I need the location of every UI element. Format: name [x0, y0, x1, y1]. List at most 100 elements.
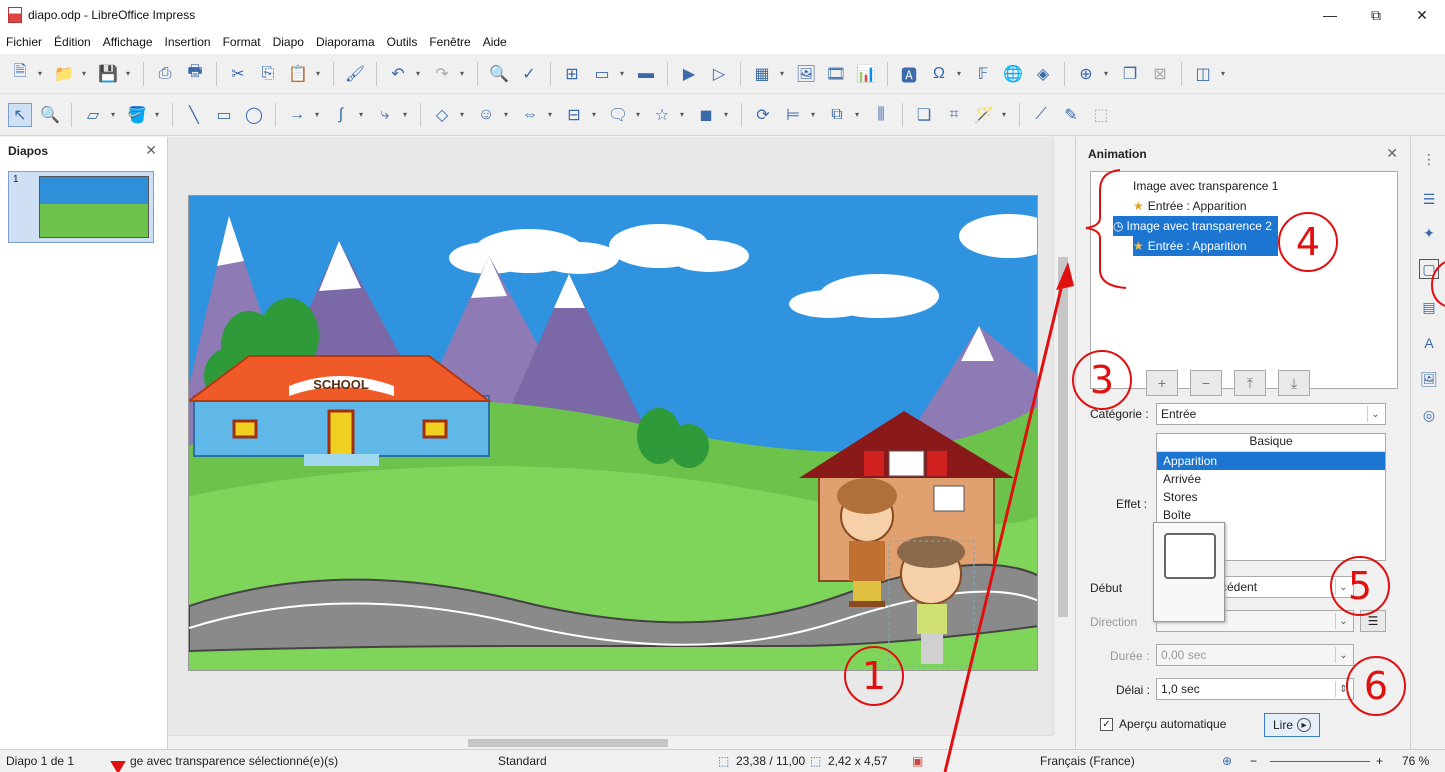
line-icon[interactable]: ╲	[182, 103, 206, 127]
zoom-level[interactable]: 76 %	[1402, 754, 1429, 768]
animation-object-1[interactable]: Image avec transparence 1	[1133, 176, 1278, 196]
effect-item-apparition[interactable]: Apparition	[1157, 452, 1385, 470]
zoom-pan-icon[interactable]: 🔍	[38, 103, 62, 127]
flowchart-icon[interactable]: ⊟	[562, 103, 586, 127]
select-arrow-icon[interactable]: ↖	[8, 102, 32, 127]
paste-icon[interactable]: 📋	[286, 62, 310, 86]
zoom-slider[interactable]	[1270, 761, 1370, 762]
animation-object-2[interactable]: ◷ Image avec transparence 2	[1113, 216, 1278, 236]
connector-icon[interactable]: ⤷	[373, 103, 397, 127]
master-slide-icon[interactable]: ▬	[634, 62, 658, 86]
remove-effect-button[interactable]: −	[1190, 370, 1222, 396]
delay-spinbox[interactable]: 1,0 sec ⇕	[1156, 678, 1354, 700]
menu-affichage[interactable]: Affichage	[103, 35, 153, 49]
language-status[interactable]: Français (France)	[1040, 754, 1135, 768]
slide-layout-icon[interactable]: ◫	[1191, 62, 1215, 86]
3d-objects-icon[interactable]: ◼	[694, 103, 718, 127]
horizontal-scrollbar[interactable]	[168, 735, 1053, 749]
effect-item-arrivee[interactable]: Arrivée	[1157, 470, 1385, 488]
curve-icon[interactable]: ∫	[329, 103, 353, 127]
stars-icon[interactable]: ☆	[650, 103, 674, 127]
line-color-icon[interactable]: ▱	[81, 103, 105, 127]
close-animation-panel-icon[interactable]: ✕	[1386, 145, 1398, 162]
menu-edition[interactable]: Édition	[54, 35, 91, 49]
arrange-icon[interactable]: ⧉	[825, 103, 849, 127]
properties-icon[interactable]: ☰	[1419, 189, 1439, 209]
layout-name[interactable]: Standard	[498, 754, 547, 768]
menu-diapo[interactable]: Diapo	[273, 35, 304, 49]
crop-icon[interactable]: ⌗	[942, 103, 966, 127]
media-icon[interactable]: 🎞	[824, 62, 848, 86]
close-slides-pane-icon[interactable]: ✕	[145, 142, 157, 159]
close-window-button[interactable]: ✕	[1399, 0, 1445, 30]
add-effect-button[interactable]: +	[1146, 370, 1178, 396]
slide-canvas[interactable]: SCHOOL	[168, 137, 1053, 735]
delete-slide-icon[interactable]: ⊠	[1148, 62, 1172, 86]
restore-button[interactable]: ⧉	[1353, 0, 1399, 30]
block-arrows-icon[interactable]: ⇔	[518, 103, 542, 127]
slide-transition-icon[interactable]: ✦	[1419, 223, 1439, 243]
redo-icon[interactable]: ↷	[430, 62, 454, 86]
image-icon[interactable]: 🖼	[794, 62, 818, 86]
horizontal-scroll-thumb[interactable]	[468, 739, 668, 747]
cut-icon[interactable]: ✂	[226, 62, 250, 86]
glue-points-icon[interactable]: ✎	[1059, 103, 1083, 127]
chevron-down-icon[interactable]: ⌄	[1335, 613, 1351, 629]
arrow-line-icon[interactable]: →	[285, 103, 309, 127]
fit-slide-icon[interactable]: ⊕	[1222, 754, 1232, 768]
start-current-slide-icon[interactable]: ▷	[707, 62, 731, 86]
chevron-down-icon[interactable]: ⌄	[1367, 406, 1383, 422]
fill-color-icon[interactable]: 🪣	[125, 103, 149, 127]
distribute-icon[interactable]: ⫼	[869, 103, 893, 127]
ellipse-icon[interactable]: ◯	[242, 103, 266, 127]
move-up-button[interactable]: ⤒	[1234, 370, 1266, 396]
autopreview-checkbox[interactable]: ✓ Aperçu automatique	[1100, 717, 1226, 731]
toggle-extrusion-icon[interactable]: ⬚	[1089, 103, 1113, 127]
slide-1[interactable]: SCHOOL	[188, 195, 1038, 671]
document-modified-icon[interactable]: ▣	[912, 754, 923, 768]
copy-icon[interactable]: ⎘	[256, 62, 280, 86]
gallery-icon[interactable]: 🖼	[1419, 369, 1439, 389]
find-replace-icon[interactable]: 🔍	[487, 62, 511, 86]
menu-fichier[interactable]: Fichier	[6, 35, 42, 49]
chevron-down-icon[interactable]: ⌄	[1335, 647, 1351, 663]
duplicate-slide-icon[interactable]: ❐	[1118, 62, 1142, 86]
align-icon[interactable]: ⊨	[781, 103, 805, 127]
symbol-shapes-icon[interactable]: ☺	[474, 103, 498, 127]
duration-select[interactable]: 0,00 sec ⌄	[1156, 644, 1354, 666]
zoom-in-button[interactable]: +	[1376, 754, 1383, 768]
menu-insertion[interactable]: Insertion	[165, 35, 211, 49]
menu-fenetre[interactable]: Fenêtre	[429, 35, 470, 49]
navigator-icon[interactable]: ◎	[1419, 405, 1439, 425]
basic-shapes-icon[interactable]: ◇	[430, 103, 454, 127]
menu-diaporama[interactable]: Diaporama	[316, 35, 375, 49]
print-icon[interactable]: 🖶	[183, 62, 207, 86]
move-down-button[interactable]: ⤓	[1278, 370, 1310, 396]
fontwork-icon[interactable]: 𝔽	[971, 62, 995, 86]
vertical-scrollbar[interactable]	[1053, 137, 1071, 735]
rectangle-icon[interactable]: ▭	[212, 103, 236, 127]
animation-list[interactable]: Image avec transparence 1 ★ Entrée : App…	[1090, 171, 1398, 389]
minimize-button[interactable]: —	[1307, 0, 1353, 30]
category-select[interactable]: Entrée ⌄	[1156, 403, 1386, 425]
play-button[interactable]: Lire ▸	[1264, 713, 1320, 737]
effect-item-stores[interactable]: Stores	[1157, 488, 1385, 506]
animation-effect-1[interactable]: ★ Entrée : Apparition	[1133, 196, 1247, 216]
callout-icon[interactable]: 🗨	[606, 103, 630, 127]
spelling-icon[interactable]: ✓	[517, 62, 541, 86]
show-draw-functions-icon[interactable]: ◈	[1031, 62, 1055, 86]
special-character-icon[interactable]: Ω	[927, 62, 951, 86]
menu-aide[interactable]: Aide	[483, 35, 507, 49]
menu-format[interactable]: Format	[223, 35, 261, 49]
filter-icon[interactable]: 🪄	[972, 103, 996, 127]
display-views-icon[interactable]: ▭	[590, 62, 614, 86]
hyperlink-icon[interactable]: 🌐	[1001, 62, 1025, 86]
zoom-out-button[interactable]: −	[1250, 754, 1257, 768]
animation-icon[interactable]: ▢	[1419, 259, 1439, 279]
start-first-slide-icon[interactable]: ▶	[677, 62, 701, 86]
export-pdf-icon[interactable]: ⎙	[153, 62, 177, 86]
rotate-icon[interactable]: ⟳	[751, 103, 775, 127]
new-document-icon[interactable]: 🗎	[8, 62, 32, 86]
animation-effect-2[interactable]: ★ Entrée : Apparition	[1133, 236, 1278, 256]
menu-outils[interactable]: Outils	[387, 35, 418, 49]
